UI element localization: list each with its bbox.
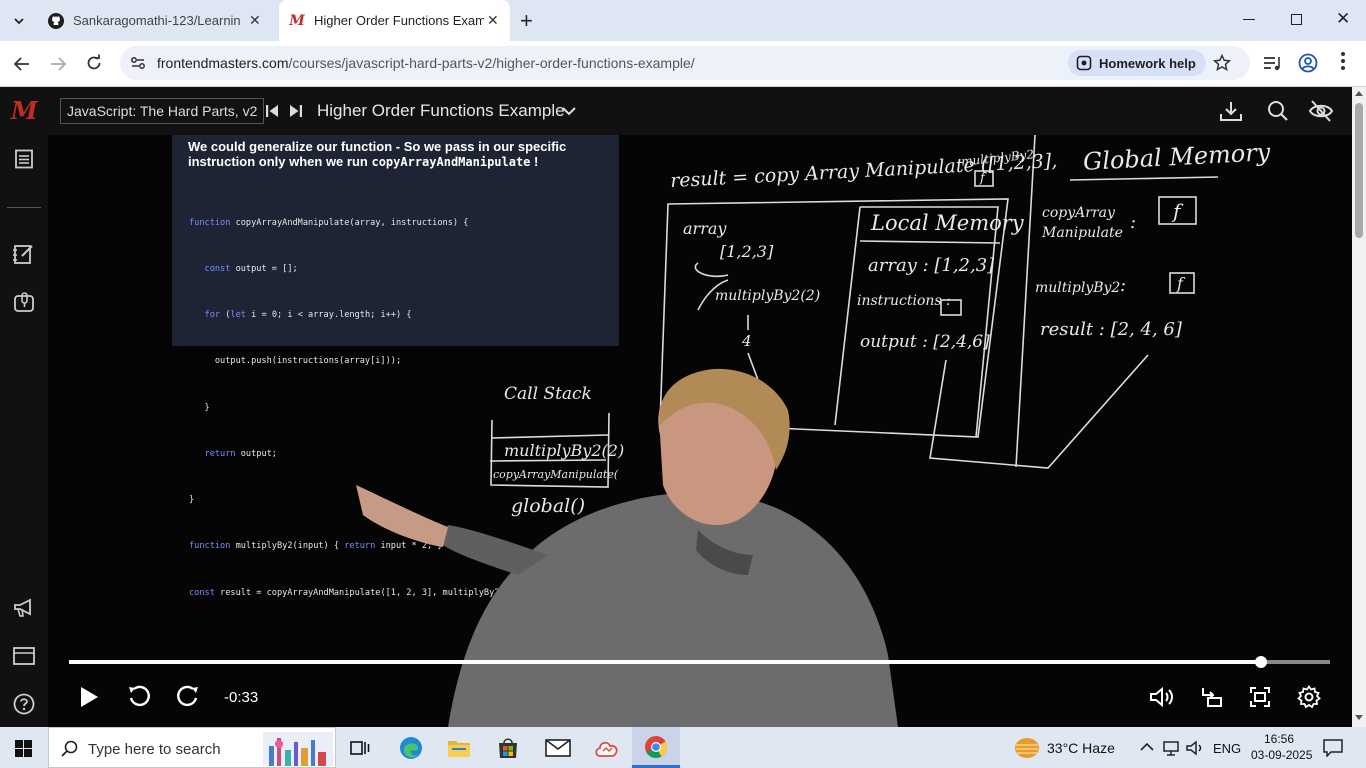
task-view-icon[interactable]: [350, 739, 370, 757]
tab-strip: Sankaragomathi-123/Learning- ✕ M Higher …: [0, 0, 1366, 41]
fm-logo[interactable]: M: [11, 96, 38, 125]
edge-icon[interactable]: [399, 736, 423, 760]
mail-icon[interactable]: [545, 738, 571, 758]
hide-eye-icon[interactable]: [1308, 99, 1334, 123]
rewind-icon[interactable]: [127, 685, 151, 709]
window-icon[interactable]: [13, 646, 35, 666]
profile-icon[interactable]: [1298, 53, 1318, 73]
notifications-icon[interactable]: [1323, 739, 1343, 757]
url-text: frontendmasters.com/courses/javascript-h…: [157, 55, 695, 71]
clock-time[interactable]: 16:56: [1264, 732, 1294, 746]
tab-title: Higher Order Functions Exampl: [314, 13, 484, 28]
microsoft-store-icon[interactable]: [497, 736, 519, 760]
course-header: M JavaScript: The Hard Parts, v2 Higher …: [0, 87, 1352, 135]
tab-title: Sankaragomathi-123/Learning-: [73, 13, 241, 28]
announcement-icon[interactable]: [13, 597, 35, 619]
presenter: [356, 368, 898, 727]
progress-knob[interactable]: [1254, 656, 1267, 668]
github-icon: [48, 12, 64, 29]
weather-icon[interactable]: [1014, 736, 1040, 760]
frontendmasters-logo-icon: M: [289, 12, 305, 29]
new-tab-button[interactable]: +: [520, 8, 533, 34]
transcript-icon[interactable]: [13, 292, 35, 314]
windows-start-icon[interactable]: [15, 740, 32, 757]
bookmark-star-icon[interactable]: [1213, 54, 1231, 72]
settings-gear-icon[interactable]: [1297, 685, 1321, 709]
minimize-button[interactable]: [1243, 19, 1255, 20]
play-icon[interactable]: [78, 685, 100, 709]
reload-icon[interactable]: [85, 54, 103, 72]
progress-fill: [69, 660, 1261, 664]
search-icon[interactable]: [1267, 100, 1289, 122]
forward-icon[interactable]: [49, 55, 67, 73]
media-controls-icon[interactable]: [1263, 54, 1281, 72]
windows-taskbar: Type here to search 33°C Haze ENG 16:56 …: [0, 727, 1366, 768]
tab-github[interactable]: Sankaragomathi-123/Learning- ✕: [38, 0, 270, 41]
chrome-taskbar-button[interactable]: [632, 727, 680, 768]
volume-icon[interactable]: [1149, 686, 1175, 708]
chevron-up-icon[interactable]: [1140, 742, 1154, 752]
close-window-button[interactable]: ✕: [1336, 9, 1350, 29]
scroll-up-icon[interactable]: [1355, 90, 1363, 96]
chevron-down-icon[interactable]: [561, 104, 577, 118]
clock-date[interactable]: 03-09-2025: [1251, 748, 1312, 762]
fullscreen-icon[interactable]: [1249, 686, 1271, 708]
playback-speed-icon[interactable]: [1199, 686, 1223, 708]
close-icon[interactable]: ✕: [249, 12, 261, 29]
search-icon: [61, 740, 78, 757]
city-skyline-icon: [263, 732, 333, 766]
file-explorer-icon[interactable]: [447, 737, 471, 759]
download-icon[interactable]: [1219, 100, 1243, 122]
url-path: /courses/javascript-hard-parts-v2/higher…: [288, 55, 695, 71]
page-scrollbar[interactable]: [1352, 87, 1366, 727]
speaker-icon[interactable]: [1185, 740, 1205, 756]
weather-text[interactable]: 33°C Haze: [1047, 740, 1115, 756]
address-bar[interactable]: frontendmasters.com/courses/javascript-h…: [120, 46, 1250, 80]
lens-icon: [1076, 55, 1092, 71]
chrome-menu-icon[interactable]: [1341, 52, 1345, 70]
forward-skip-icon[interactable]: [176, 685, 200, 709]
scrollbar-thumb[interactable]: [1355, 103, 1363, 238]
sidebar-divider: [7, 207, 41, 208]
network-icon[interactable]: [1162, 740, 1182, 756]
homework-help-label: Homework help: [1099, 55, 1196, 71]
time-remaining: -0:33: [224, 689, 259, 706]
url-host: frontendmasters.com: [157, 55, 289, 71]
language-indicator[interactable]: ENG: [1213, 741, 1241, 756]
video-player[interactable]: We could generalize our function - So we…: [48, 135, 1352, 727]
previous-lesson-icon[interactable]: [264, 103, 280, 119]
close-icon[interactable]: ✕: [487, 12, 499, 29]
tab-frontendmasters[interactable]: M Higher Order Functions Exampl ✕: [279, 0, 510, 41]
tab-search-button[interactable]: [8, 10, 30, 32]
progress-bar[interactable]: [69, 656, 1330, 668]
back-icon[interactable]: [13, 55, 31, 73]
lesson-title: Higher Order Functions Example: [317, 101, 565, 120]
chrome-icon: [645, 736, 667, 758]
search-placeholder: Type here to search: [88, 741, 221, 758]
notes-icon[interactable]: [13, 243, 35, 265]
course-button[interactable]: JavaScript: The Hard Parts, v2: [60, 98, 265, 124]
chevron-down-icon: [14, 18, 24, 25]
site-settings-icon[interactable]: [130, 55, 146, 71]
browser-toolbar: frontendmasters.com/courses/javascript-h…: [0, 41, 1366, 87]
homework-help-button[interactable]: Homework help: [1068, 50, 1206, 76]
taskbar-search[interactable]: Type here to search: [48, 727, 336, 768]
lesson-list-icon[interactable]: [14, 149, 34, 169]
cloud-app-icon[interactable]: [594, 737, 620, 759]
help-icon[interactable]: [13, 693, 35, 715]
scroll-down-icon[interactable]: [1355, 715, 1363, 721]
sidebar: [0, 135, 48, 727]
next-lesson-icon[interactable]: [288, 103, 304, 119]
restore-button[interactable]: [1291, 14, 1302, 25]
